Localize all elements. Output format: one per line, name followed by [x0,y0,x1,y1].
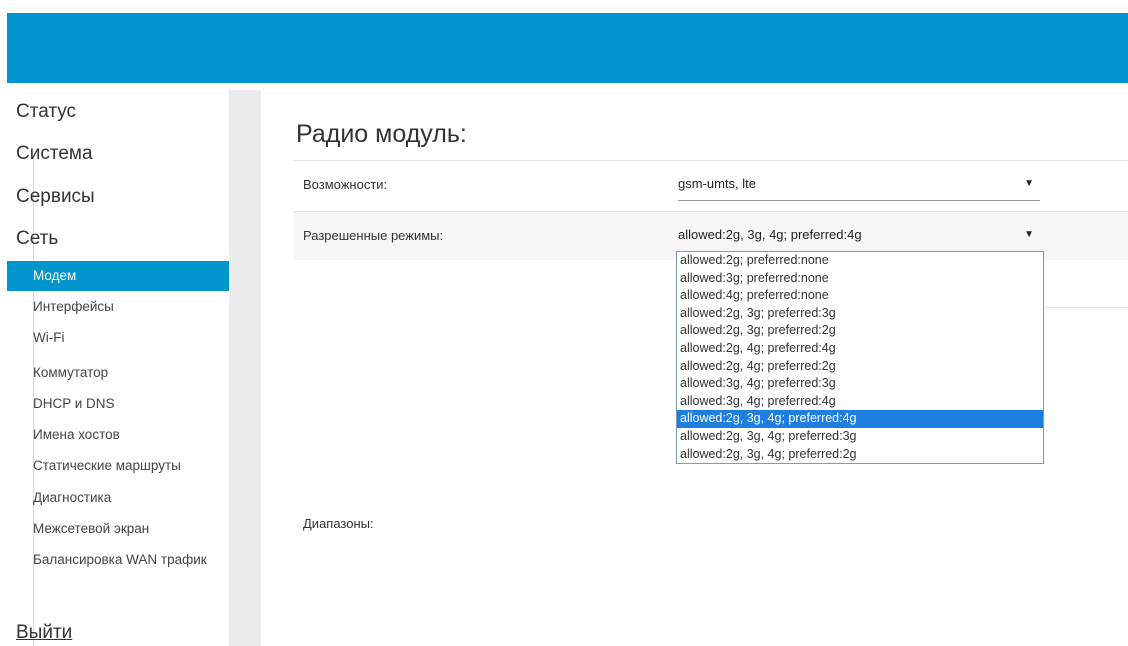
sidebar-item-switch[interactable]: Коммутатор [7,358,229,388]
capabilities-select[interactable]: gsm-umts, lte ▼ [678,170,1040,201]
logout-link[interactable]: Выйти [16,622,72,644]
sidebar-item-diagnostics[interactable]: Диагностика [7,483,229,513]
dropdown-option[interactable]: allowed:2g, 3g; preferred:2g [677,322,1043,340]
dropdown-option[interactable]: allowed:3g, 4g; preferred:3g [677,375,1043,393]
sidebar-section-services[interactable]: Сервисы [16,186,95,208]
dropdown-option[interactable]: allowed:2g; preferred:none [677,252,1043,270]
sidebar-item-static-routes[interactable]: Статические маршруты [7,451,229,481]
sidebar-section-network[interactable]: Сеть [16,228,58,250]
dropdown-option[interactable]: allowed:2g, 3g, 4g; preferred:2g [677,446,1043,464]
sidebar-item-firewall[interactable]: Межсетевой экран [7,514,229,544]
sidebar-item-interfaces[interactable]: Интерфейсы [7,292,229,322]
dropdown-option[interactable]: allowed:4g; preferred:none [677,287,1043,305]
modes-select[interactable]: allowed:2g, 3g, 4g; preferred:4g ▼ [678,221,1040,252]
modes-label: Разрешенные режимы: [303,228,444,243]
sidebar-section-system[interactable]: Система [16,143,93,165]
sidebar-item-hostnames[interactable]: Имена хостов [7,420,229,450]
dropdown-option-selected[interactable]: allowed:2g, 3g, 4g; preferred:4g [677,410,1043,428]
modes-value: allowed:2g, 3g, 4g; preferred:4g [678,227,862,242]
sidebar-item-wan-balancing[interactable]: Балансировка WAN трафик [7,545,229,575]
sidebar-section-status[interactable]: Статус [16,101,76,123]
dropdown-option[interactable]: allowed:2g, 3g; preferred:3g [677,305,1043,323]
top-header-bar [7,13,1128,83]
dropdown-option[interactable]: allowed:2g, 4g; preferred:4g [677,340,1043,358]
capabilities-label: Возможности: [303,177,388,192]
dropdown-option[interactable]: allowed:3g, 4g; preferred:4g [677,393,1043,411]
sidebar-item-wifi[interactable]: Wi-Fi [7,323,229,353]
dropdown-option[interactable]: allowed:2g, 4g; preferred:2g [677,358,1043,376]
dropdown-arrow-icon: ▼ [1024,178,1034,189]
capabilities-value: gsm-umts, lte [678,176,757,191]
dropdown-arrow-icon: ▼ [1024,229,1034,240]
capabilities-row: Возможности: gsm-umts, lte ▼ [294,160,1128,209]
page-title: Радио модуль: [296,120,467,148]
sidebar-item-dhcp-dns[interactable]: DHCP и DNS [7,389,229,419]
modes-dropdown-list: allowed:2g; preferred:none allowed:3g; p… [676,251,1044,464]
ranges-label: Диапазоны: [303,516,374,531]
dropdown-option[interactable]: allowed:3g; preferred:none [677,270,1043,288]
dropdown-option[interactable]: allowed:2g, 3g, 4g; preferred:3g [677,428,1043,446]
row-divider [1045,307,1128,308]
sidebar-item-modem[interactable]: Модем [7,261,229,291]
